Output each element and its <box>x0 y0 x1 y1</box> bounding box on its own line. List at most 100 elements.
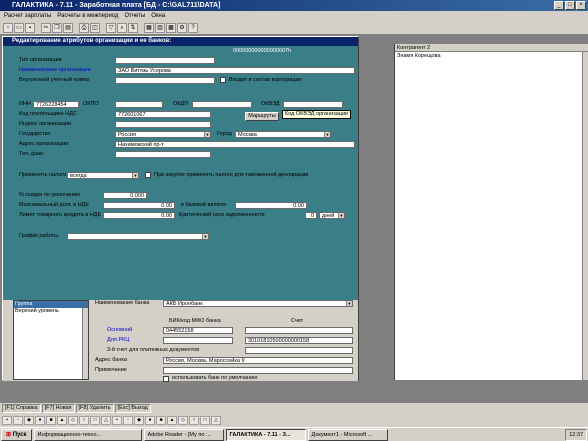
rkc-bik-field[interactable] <box>163 337 233 344</box>
bank-note-field[interactable] <box>163 367 353 374</box>
help-hotkey[interactable]: [F1] Справка <box>2 404 41 413</box>
okpo-field[interactable] <box>115 101 163 108</box>
task-button[interactable]: Документ1 - Microsoft ... <box>307 428 388 441</box>
open-icon[interactable]: ▭ <box>14 22 24 33</box>
schedule-select[interactable]: ▼ <box>67 233 209 240</box>
save-icon[interactable]: ▪ <box>25 22 35 33</box>
app-icon[interactable]: ▪ <box>112 416 122 425</box>
app-icon[interactable]: △ <box>211 416 221 425</box>
task-button[interactable]: ГАЛАКТИКА - 7.11 - З... <box>225 428 306 441</box>
internal-no-field[interactable] <box>115 77 215 84</box>
app-icon[interactable]: □ <box>200 416 210 425</box>
bank-group-item[interactable]: Верхний уровень <box>14 308 88 315</box>
paste-icon[interactable]: ▤ <box>63 22 73 33</box>
app-icon[interactable]: ○ <box>79 416 89 425</box>
index-field[interactable] <box>115 121 211 128</box>
in-base-field[interactable]: 0.00 <box>235 202 307 209</box>
menu-item-interperiod[interactable]: Расчеты в межпериод <box>57 11 118 21</box>
app-icon[interactable]: ▲ <box>57 416 67 425</box>
app-icon[interactable]: ◆ <box>134 416 144 425</box>
address-field[interactable]: Нахимовский пр-т <box>115 141 355 148</box>
critical-unit-select[interactable]: дней ▼ <box>319 212 345 219</box>
bank-address-field[interactable]: Россия, Москва, Мароссейка 9 <box>163 357 353 364</box>
vat-code-field[interactable]: 772601067 <box>115 111 211 118</box>
app-icon[interactable]: ○ <box>189 416 199 425</box>
chevron-down-icon[interactable]: ▼ <box>338 213 344 218</box>
start-button[interactable]: ⊞ Пуск <box>1 428 32 441</box>
org-name-field[interactable]: ЗАО Витязь Усорова <box>115 67 355 74</box>
chevron-down-icon[interactable]: ▼ <box>202 234 208 239</box>
new-hotkey[interactable]: [F7] Новая <box>41 404 75 413</box>
task-button[interactable]: Информационно-техно... <box>33 428 142 441</box>
bank-name-label: Наименование банка <box>95 300 150 306</box>
discount-field[interactable]: 0.000 <box>103 192 147 199</box>
copy-icon[interactable]: ❐ <box>52 22 62 33</box>
bank-group-list[interactable]: Группа Верхний уровень <box>13 300 89 380</box>
cut-icon[interactable]: ✂ <box>41 22 51 33</box>
org-type-field[interactable] <box>115 57 215 64</box>
inn-field[interactable]: 7726228454 <box>33 101 79 108</box>
calendar-icon[interactable]: ▩ <box>166 22 176 33</box>
exit-hotkey[interactable]: [Esc] Выход <box>114 404 151 413</box>
rkc-account-field[interactable]: 30101810500000000158 <box>245 337 353 344</box>
close-icon[interactable]: × <box>576 1 586 10</box>
critical-days-field[interactable]: 0 <box>305 212 317 219</box>
bank-name-value: АКБ Иронбанк <box>166 301 203 307</box>
app-icon[interactable]: □ <box>90 416 100 425</box>
quick-launch-bar: ▪ ▫ ◆ ● ■ ▲ ◇ ○ □ △ ▪ ▫ ◆ ● ■ ▲ ◇ ○ □ △ <box>0 414 588 427</box>
main-account-field[interactable] <box>245 327 353 334</box>
print-icon[interactable]: ⎙ <box>79 22 89 33</box>
third-account-field[interactable] <box>245 347 353 354</box>
max-debt-field[interactable]: 0.00 <box>103 202 175 209</box>
app-icon[interactable]: ■ <box>46 416 56 425</box>
app-icon[interactable]: △ <box>101 416 111 425</box>
chevron-down-icon[interactable]: ▼ <box>132 173 138 178</box>
filter-icon[interactable]: ▽ <box>106 22 116 33</box>
app-icon[interactable]: ● <box>145 416 155 425</box>
credit-limit-field[interactable]: 0.00 <box>103 212 175 219</box>
contractor-item[interactable]: Знамя Корещова <box>397 53 441 60</box>
preview-icon[interactable]: ◫ <box>90 22 100 33</box>
new-doc-icon[interactable]: ▫ <box>3 22 13 33</box>
phone-field[interactable] <box>115 151 211 158</box>
right-panel-scrollbar[interactable] <box>582 52 588 380</box>
menu-item-payroll[interactable]: Расчет зарплаты <box>4 11 51 21</box>
corporation-checkbox[interactable] <box>220 77 226 83</box>
maximize-icon[interactable]: □ <box>565 1 575 10</box>
bank-name-select[interactable]: АКБ Иронбанк ▼ <box>163 300 353 307</box>
sort-icon[interactable]: ⇅ <box>128 22 138 33</box>
chevron-down-icon[interactable]: ▼ <box>204 132 210 137</box>
city-select[interactable]: Москва ▼ <box>235 131 331 138</box>
app-icon[interactable]: ◇ <box>68 416 78 425</box>
minimize-icon[interactable]: _ <box>554 1 564 10</box>
app-icon[interactable]: ▫ <box>13 416 23 425</box>
tax-on-buy-checkbox[interactable] <box>145 172 151 178</box>
state-select[interactable]: Россия ▼ <box>115 131 211 138</box>
default-bank-checkbox[interactable] <box>163 376 169 382</box>
chart-icon[interactable]: ▥ <box>155 22 165 33</box>
routes-button[interactable]: Маршруты <box>245 112 279 121</box>
app-icon[interactable]: ▲ <box>167 416 177 425</box>
menu-item-windows[interactable]: Окна <box>151 11 165 21</box>
app-icon[interactable]: ▪ <box>2 416 12 425</box>
task-button[interactable]: Adobe Reader - [Му по ... <box>143 428 224 441</box>
app-icon[interactable]: ■ <box>156 416 166 425</box>
calc-icon[interactable]: ▦ <box>144 22 154 33</box>
okved-field[interactable] <box>283 101 343 108</box>
main-bik-field[interactable]: 044552158 <box>163 327 233 334</box>
apply-tax-select[interactable]: всегда ▼ <box>67 172 139 179</box>
menu-item-reports[interactable]: Отчеты <box>125 11 146 21</box>
delete-hotkey[interactable]: [F8] Удалить <box>75 404 114 413</box>
search-icon[interactable]: ⌕ <box>117 22 127 33</box>
chevron-down-icon[interactable]: ▼ <box>324 132 330 137</box>
okdp-field[interactable] <box>192 101 252 108</box>
chevron-down-icon[interactable]: ▼ <box>346 301 352 306</box>
bank-group-scrollbar[interactable] <box>82 308 88 379</box>
app-icon[interactable]: ● <box>35 416 45 425</box>
settings-icon[interactable]: ⚙ <box>177 22 187 33</box>
app-icon[interactable]: ▫ <box>123 416 133 425</box>
help-icon[interactable]: ? <box>188 22 198 33</box>
phone-label: Тел.,факс <box>19 151 44 157</box>
app-icon[interactable]: ◇ <box>178 416 188 425</box>
app-icon[interactable]: ◆ <box>24 416 34 425</box>
